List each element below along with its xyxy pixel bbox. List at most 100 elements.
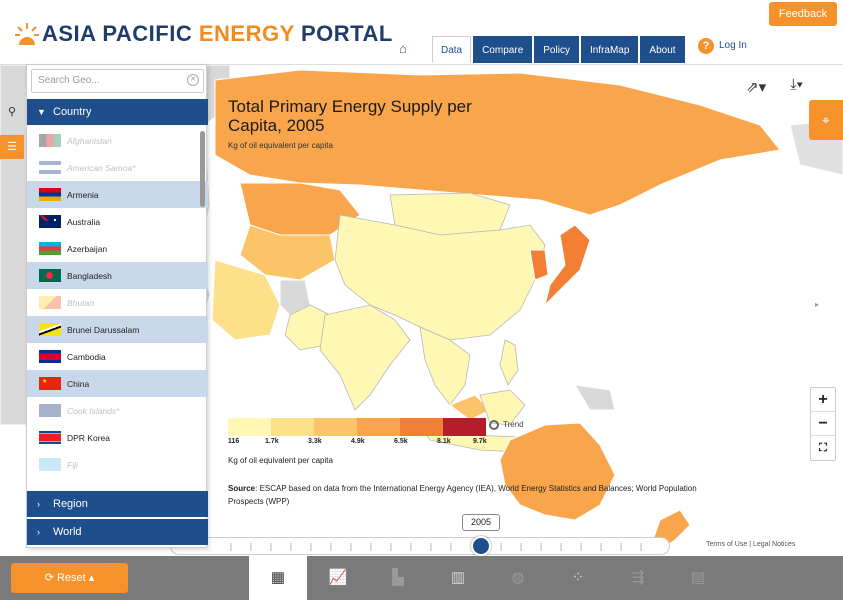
line-chart-icon[interactable]: 📈 [309,556,367,600]
list-item[interactable]: Bhutan [27,289,208,316]
location-pin-icon[interactable]: ⚲ [0,100,24,124]
tab-data[interactable]: Data [432,36,472,63]
share-icon[interactable]: ⇗▾ [746,78,766,96]
tab-compare[interactable]: Compare [473,36,533,63]
download-icon[interactable]: ⤓▾ [790,76,803,93]
world-header[interactable]: › World [27,519,208,545]
legend-swatch [443,418,486,436]
list-item[interactable]: ★ China [27,370,208,397]
slider-ticks [230,543,642,551]
legend-tick: 6.5k [394,438,408,445]
legend-unit: Kg of oil equivalent per capita [228,456,333,465]
flag-armenia-icon [39,188,61,201]
legend-tick: 4.9k [351,438,365,445]
refresh-icon: ⟳ [44,572,54,584]
source-note: Source: ESCAP based on data from the Int… [228,484,697,506]
legend-swatch [400,418,443,436]
list-item[interactable]: Cambodia [27,343,208,370]
map-legend: 116 1.7k 3.3k 4.9k 6.5k 8.1k 9.7k Kg of … [228,418,488,465]
chevron-right-icon: › [37,527,40,537]
legend-swatch [314,418,357,436]
fullscreen-icon[interactable]: ⛶ [811,436,835,460]
flag-fiji-icon [39,458,61,471]
legend-color-bar [228,418,488,436]
list-item[interactable]: DPR Korea [27,424,208,451]
legend-tick: 116 [228,438,240,445]
region-header[interactable]: › Region [27,491,208,517]
bottom-toolbar: ⟳ Reset ▴ ▦ 📈 ▙ ▥ ◍ ⁘ ⇶ ▤ [0,556,843,600]
legend-tick: 1.7k [265,438,279,445]
list-item[interactable]: Bangladesh [27,262,208,289]
flag-cook-islands-icon [39,404,61,417]
zoom-in-button[interactable]: + [811,388,835,412]
legend-tick: 3.3k [308,438,322,445]
search-input[interactable]: Search Geo... ✕ [31,69,204,93]
flag-azerbaijan-icon [39,242,61,255]
chevron-right-icon: › [37,499,40,509]
tab-inframap[interactable]: InfraMap [580,36,639,63]
list-item[interactable]: American Samoa* [27,154,208,181]
login-link[interactable]: Log In [719,40,747,51]
terms-link[interactable]: Terms of Use [706,541,747,548]
header: ASIA PACIFIC ENERGY PORTAL ⌂ Feedback Da… [0,0,843,64]
reset-button[interactable]: ⟳ Reset ▴ [11,563,128,593]
area-chart-icon[interactable]: ▙ [369,556,427,600]
time-slider-track[interactable] [170,537,670,555]
geo-panel: Search Geo... ✕ ▼ Country Afghanistan Amer… [26,64,208,548]
globe-icon[interactable]: ◍ [489,556,547,600]
bar-chart-icon[interactable]: ▥ [429,556,487,600]
flow-icon[interactable]: ⇶ [609,556,667,600]
tab-about[interactable]: About [640,36,685,63]
flag-australia-icon [39,215,61,228]
map-subtitle: Kg of oil equivalent per capita [228,141,333,150]
flag-china-icon: ★ [39,377,61,390]
gear-icon [489,420,499,430]
flag-brunei-icon [39,323,61,336]
chevron-down-icon: ▼ [37,107,46,117]
clear-icon[interactable]: ✕ [187,74,199,86]
list-icon[interactable]: ☰ [0,135,24,159]
chevron-right-icon[interactable]: ▸ [815,300,819,309]
main-nav: Data Compare Policy InfraMap About [432,36,685,63]
legend-swatch [357,418,400,436]
zoom-control: + − ⛶ [810,387,836,461]
map-view-icon[interactable]: ▦ [249,556,307,600]
list-item[interactable]: Azerbaijan [27,235,208,262]
list-item[interactable]: Afghanistan [27,127,208,154]
feedback-button[interactable]: Feedback [769,2,837,26]
flag-american-samoa-icon [39,161,61,174]
zoom-out-button[interactable]: − [811,412,835,436]
flag-bhutan-icon [39,296,61,309]
legend-tick: 8.1k [437,438,451,445]
trend-toggle[interactable]: Trend [489,420,524,430]
flag-dpr-korea-icon [39,431,61,444]
legend-tick: 9.7k [473,438,487,445]
locate-button[interactable]: ⌖ [809,100,843,140]
list-item[interactable]: Cook Islands* [27,397,208,424]
list-item[interactable]: Fiji [27,451,208,478]
legend-ticks: 116 1.7k 3.3k 4.9k 6.5k 8.1k 9.7k [228,438,488,450]
map-title: Total Primary Energy Supply per Capita, … [228,97,472,135]
country-list-scrollbar[interactable] [200,131,205,207]
scatter-chart-icon[interactable]: ⁘ [549,556,607,600]
legal-link[interactable]: Legal Notices [753,541,795,548]
portal-logo[interactable]: ASIA PACIFIC ENERGY PORTAL [14,14,393,54]
time-slider-thumb[interactable] [471,536,491,556]
list-item[interactable]: Brunei Darussalam [27,316,208,343]
logo-text: ASIA PACIFIC ENERGY PORTAL [42,21,393,46]
year-label: 2005 [462,514,500,531]
flag-cambodia-icon [39,350,61,363]
home-icon[interactable]: ⌂ [399,42,413,56]
footer-links: Terms of Use | Legal Notices [706,541,796,548]
list-item[interactable]: Australia [27,208,208,235]
help-icon[interactable]: ? [698,38,714,54]
country-header[interactable]: ▼ Country [27,99,208,125]
legend-swatch [228,418,271,436]
sun-logo-icon [15,23,39,45]
legend-swatch [271,418,314,436]
caret-up-icon: ▴ [88,572,95,584]
table-icon[interactable]: ▤ [669,556,727,600]
flag-bangladesh-icon [39,269,61,282]
tab-policy[interactable]: Policy [534,36,579,63]
list-item[interactable]: Armenia [27,181,208,208]
